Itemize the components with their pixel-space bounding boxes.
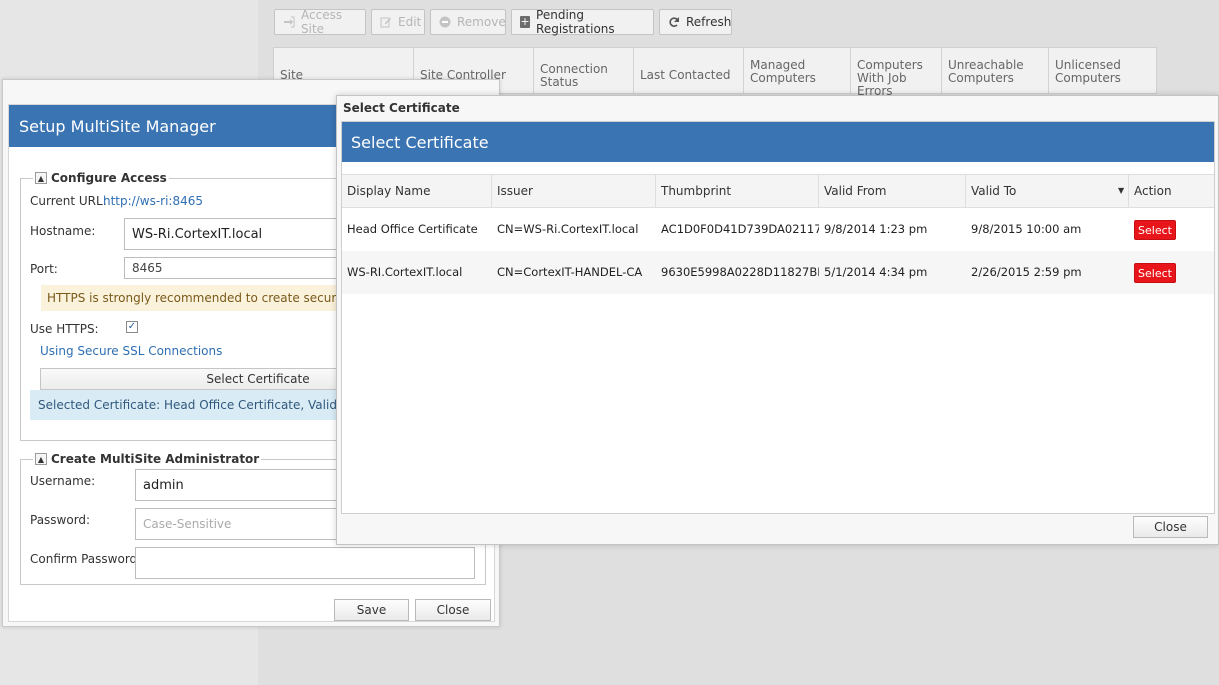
column-thumbprint[interactable]: Thumbprint: [656, 175, 819, 207]
refresh-label: Refresh: [686, 15, 732, 29]
username-label: Username:: [30, 474, 96, 488]
column-connection-status[interactable]: Connection Status: [534, 48, 634, 93]
create-admin-legend: ▲ Create MultiSite Administrator: [33, 452, 261, 466]
column-unlicensed-computers[interactable]: Unlicensed Computers: [1049, 48, 1156, 93]
access-site-label: Access Site: [301, 8, 343, 36]
cell-valid-to: 9/8/2015 10:00 am: [971, 222, 1082, 236]
password-label: Password:: [30, 513, 91, 527]
cell-thumbprint: AC1D0F0D41D739DA02117D...: [661, 222, 819, 236]
edit-button[interactable]: Edit: [371, 9, 425, 35]
cell-valid-from: 9/8/2014 1:23 pm: [824, 222, 928, 236]
sites-toolbar: Access Site Edit Remove + Pending Regist…: [274, 8, 732, 37]
secure-ssl-link[interactable]: Using Secure SSL Connections: [40, 344, 222, 358]
cell-display-name: WS-RI.CortexIT.local: [347, 265, 463, 279]
cell-issuer: CN=CortexIT-HANDEL-CA: [497, 265, 643, 279]
pending-registrations-label: Pending Registrations: [536, 8, 615, 36]
minus-circle-icon: [439, 16, 451, 28]
edit-label: Edit: [398, 15, 422, 29]
remove-label: Remove: [457, 15, 506, 29]
column-valid-from[interactable]: Valid From: [819, 175, 966, 207]
cert-close-button[interactable]: Close: [1133, 516, 1208, 538]
cert-dialog-body: Select Certificate Display Name Issuer T…: [341, 121, 1215, 514]
password-input[interactable]: Case-Sensitive: [135, 508, 345, 540]
current-url-link[interactable]: http://ws-ri:8465: [103, 194, 203, 208]
sign-in-icon: [283, 16, 295, 28]
remove-button[interactable]: Remove: [430, 9, 506, 35]
refresh-button[interactable]: Refresh: [659, 9, 732, 35]
select-certificate-row-button[interactable]: Select: [1134, 263, 1176, 283]
column-computers-with-job-errors[interactable]: Computers With Job Errors: [851, 48, 942, 98]
create-admin-title: Create MultiSite Administrator: [51, 452, 260, 466]
pending-registrations-button[interactable]: + Pending Registrations: [511, 8, 654, 36]
current-url-label: Current URL:: [30, 194, 107, 208]
cell-display-name: Head Office Certificate: [347, 222, 478, 236]
https-warning: HTTPS is strongly recommended to create …: [41, 285, 341, 311]
table-row[interactable]: WS-RI.CortexIT.local CN=CortexIT-HANDEL-…: [342, 251, 1214, 294]
hostname-label: Hostname:: [30, 224, 96, 238]
use-https-checkbox[interactable]: ✓: [126, 321, 138, 333]
select-certificate-row-button[interactable]: Select: [1134, 220, 1176, 240]
column-menu-icon[interactable]: ▼: [1118, 186, 1124, 195]
certificate-grid-header: Display Name Issuer Thumbprint Valid Fro…: [342, 174, 1214, 208]
configure-access-title: Configure Access: [51, 171, 167, 185]
cert-dialog-caption: Select Certificate: [343, 101, 460, 115]
port-label: Port:: [30, 262, 58, 276]
selected-certificate-info: Selected Certificate: Head Office Certif…: [30, 390, 340, 420]
use-https-label: Use HTTPS:: [30, 322, 99, 336]
confirm-password-label: Confirm Password:: [30, 552, 142, 566]
access-site-button[interactable]: Access Site: [274, 8, 366, 36]
cert-dialog-title: Select Certificate: [342, 122, 1214, 162]
cell-valid-from: 5/1/2014 4:34 pm: [824, 265, 928, 279]
collapse-icon[interactable]: ▲: [35, 172, 47, 184]
edit-icon: [380, 16, 392, 28]
column-managed-computers[interactable]: Managed Computers: [744, 48, 851, 93]
column-display-name[interactable]: Display Name: [342, 175, 492, 207]
cell-thumbprint: 9630E5998A0228D11827BFF...: [661, 265, 819, 279]
collapse-icon[interactable]: ▲: [35, 453, 47, 465]
plus-square-icon: +: [520, 15, 531, 28]
column-last-contacted[interactable]: Last Contacted: [634, 48, 744, 93]
table-row[interactable]: Head Office Certificate CN=WS-Ri.CortexI…: [342, 208, 1214, 251]
column-action[interactable]: Action: [1129, 175, 1215, 207]
save-button[interactable]: Save: [334, 599, 409, 621]
username-input[interactable]: admin: [135, 469, 345, 501]
close-button[interactable]: Close: [415, 599, 491, 621]
select-certificate-dialog: Select Certificate Select Certificate Di…: [336, 95, 1219, 545]
refresh-icon: [668, 16, 680, 28]
column-issuer[interactable]: Issuer: [492, 175, 656, 207]
column-valid-to[interactable]: Valid To: [966, 175, 1129, 207]
configure-access-legend: ▲ Configure Access: [33, 171, 169, 185]
cell-valid-to: 2/26/2015 2:59 pm: [971, 265, 1082, 279]
confirm-password-input[interactable]: [135, 547, 475, 579]
cell-issuer: CN=WS-Ri.CortexIT.local: [497, 222, 639, 236]
column-unreachable-computers[interactable]: Unreachable Computers: [942, 48, 1049, 93]
